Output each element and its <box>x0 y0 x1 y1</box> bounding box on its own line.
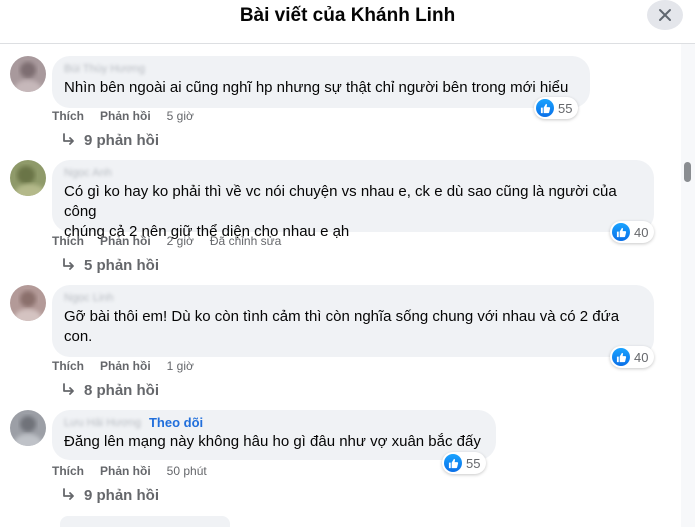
reaction-count[interactable]: 55 <box>534 97 579 119</box>
reaction-count[interactable]: 40 <box>610 221 655 243</box>
like-link[interactable]: Thích <box>52 464 84 478</box>
comment-bubble: Ngọc Anh Có gì ko hay ko phải thì về vc … <box>52 160 654 240</box>
reply-arrow-icon <box>63 383 74 395</box>
like-link[interactable]: Thích <box>52 234 84 248</box>
comment-bubble: Ngọc Linh Gỡ bài thôi em! Dù ko còn tình… <box>52 285 654 357</box>
edited-label: Đã chỉnh sửa <box>209 234 282 248</box>
avatar[interactable] <box>10 56 46 92</box>
replies-count-label: 9 phản hồi <box>84 486 159 504</box>
reaction-number: 55 <box>558 100 573 116</box>
comment-bubble: Lưu Hải Hương Theo dõi Đăng lên mạng này… <box>52 410 496 460</box>
reply-link[interactable]: Phản hồi <box>100 109 151 123</box>
avatar[interactable] <box>10 410 46 446</box>
reply-arrow-icon <box>63 488 74 500</box>
comment-author[interactable]: Bùi Thùy Hương <box>64 62 578 76</box>
comment-actions: Thích Phản hồi 50 phút <box>52 463 223 479</box>
comment-text: Đăng lên mạng này không hâu ho gì đâu nh… <box>64 433 481 450</box>
comment-bubble: Bùi Thùy Hương Nhìn bên ngoài ai cũng ng… <box>52 56 590 108</box>
reaction-number: 55 <box>466 455 481 471</box>
comment-time[interactable]: 1 giờ <box>167 359 194 373</box>
reply-arrow-icon <box>63 258 74 270</box>
comment-actions: Thích Phản hồi 2 giờ Đã chỉnh sửa <box>52 233 281 249</box>
comment-actions: Thích Phản hồi 5 giờ <box>52 108 210 124</box>
avatar[interactable] <box>10 160 46 196</box>
reaction-count[interactable]: 40 <box>610 346 655 368</box>
comment-time[interactable]: 5 giờ <box>167 109 194 123</box>
like-reaction-icon <box>536 99 554 117</box>
comment-author[interactable]: Lưu Hải Hương <box>64 416 141 430</box>
comment-author[interactable]: Ngọc Linh <box>64 291 642 305</box>
next-comment-bubble-partial <box>60 516 230 527</box>
replies-count-label: 5 phản hồi <box>84 256 159 274</box>
view-replies-link[interactable]: 8 phản hồi <box>62 380 159 400</box>
avatar[interactable] <box>10 285 46 321</box>
comment-text-line: con. <box>64 328 93 345</box>
like-reaction-icon <box>612 223 630 241</box>
reply-arrow-icon <box>63 133 74 145</box>
view-replies-link[interactable]: 9 phản hồi <box>62 130 159 150</box>
follow-button[interactable]: Theo dõi <box>149 416 203 430</box>
comment-author-row: Lưu Hải Hương Theo dõi <box>64 416 484 430</box>
replies-count-label: 9 phản hồi <box>84 131 159 149</box>
reply-link[interactable]: Phản hồi <box>100 359 151 373</box>
comment-actions: Thích Phản hồi 1 giờ <box>52 358 210 374</box>
like-link[interactable]: Thích <box>52 359 84 373</box>
comment-text: Nhìn bên ngoài ai cũng nghĩ hp nhưng sự … <box>64 79 569 96</box>
reaction-number: 40 <box>634 349 649 365</box>
reaction-number: 40 <box>634 224 649 240</box>
like-reaction-icon <box>444 454 462 472</box>
dialog-header: Bài viết của Khánh Linh <box>0 0 695 44</box>
like-link[interactable]: Thích <box>52 109 84 123</box>
scrollbar-thumb[interactable] <box>684 162 691 182</box>
view-replies-link[interactable]: 5 phản hồi <box>62 255 159 275</box>
reply-link[interactable]: Phản hồi <box>100 234 151 248</box>
comment-text-line: Có gì ko hay ko phải thì về vc nói chuyệ… <box>64 183 617 220</box>
close-button[interactable] <box>647 0 683 30</box>
scrollbar[interactable] <box>681 44 695 527</box>
close-icon <box>659 9 671 21</box>
reply-link[interactable]: Phản hồi <box>100 464 151 478</box>
dialog-title: Bài viết của Khánh Linh <box>239 5 456 26</box>
view-replies-link[interactable]: 9 phản hồi <box>62 485 159 505</box>
replies-count-label: 8 phản hồi <box>84 381 159 399</box>
comment-time[interactable]: 2 giờ <box>167 234 194 248</box>
reaction-count[interactable]: 55 <box>442 452 487 474</box>
comment-author[interactable]: Ngọc Anh <box>64 166 642 180</box>
like-reaction-icon <box>612 348 630 366</box>
comment-text-line: Gỡ bài thôi em! Dù ko còn tình cảm thì c… <box>64 308 620 325</box>
comment-time[interactable]: 50 phút <box>167 464 207 478</box>
